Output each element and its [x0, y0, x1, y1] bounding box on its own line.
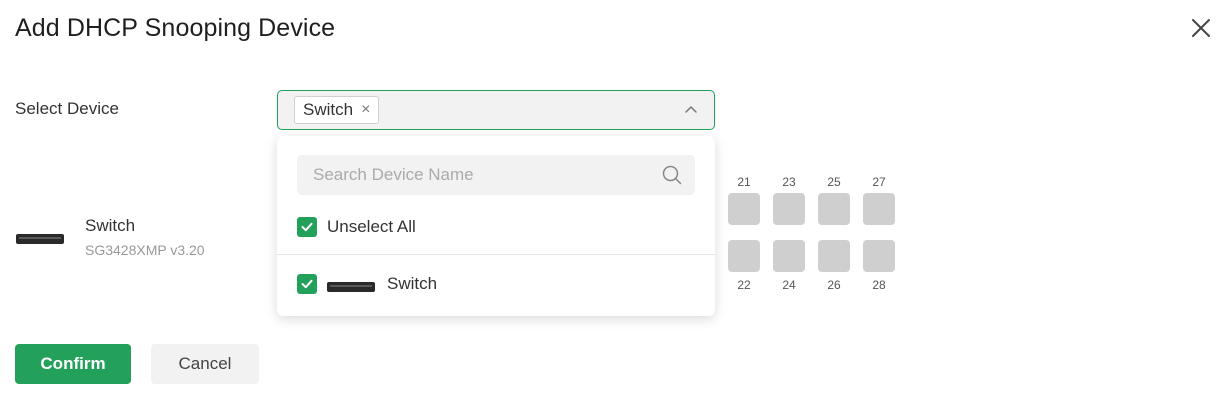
port-21[interactable] [728, 193, 760, 225]
select-device-label: Select Device [15, 99, 119, 118]
unselect-all-label: Unselect All [327, 217, 416, 236]
device-option-label: Switch [387, 274, 438, 293]
close-icon [1192, 19, 1210, 37]
cancel-button[interactable]: Cancel [151, 344, 259, 384]
chevron-up-icon[interactable] [684, 103, 698, 117]
tag-remove-icon[interactable]: × [361, 102, 370, 118]
divider [277, 254, 715, 255]
port-28[interactable] [863, 240, 895, 272]
device-model: SG3428XMP v3.20 [85, 242, 205, 258]
close-button[interactable] [1189, 16, 1213, 40]
selected-device-tag: Switch × [294, 96, 380, 124]
search-icon[interactable] [661, 164, 683, 186]
port-23[interactable] [773, 193, 805, 225]
device-name: Switch [85, 216, 136, 235]
port-26[interactable] [818, 240, 850, 272]
port-number: 28 [872, 278, 886, 292]
port-number: 23 [782, 175, 796, 189]
search-input[interactable] [297, 155, 657, 195]
check-icon [301, 279, 313, 289]
port-number: 24 [782, 278, 796, 292]
port-number: 21 [737, 175, 751, 189]
port-number: 25 [827, 175, 841, 189]
device-option-switch[interactable]: Switch [297, 271, 437, 297]
device-select[interactable]: Switch × [277, 90, 715, 130]
port-22[interactable] [728, 240, 760, 272]
tag-label: Switch [303, 100, 354, 119]
option-switch-image [327, 282, 375, 292]
dialog-title: Add DHCP Snooping Device [15, 14, 336, 42]
port-number: 26 [827, 278, 841, 292]
port-number: 27 [872, 175, 886, 189]
port-25[interactable] [818, 193, 850, 225]
port-27[interactable] [863, 193, 895, 225]
unselect-all-option[interactable]: Unselect All [297, 214, 416, 240]
confirm-button[interactable]: Confirm [15, 344, 131, 384]
device-option-checkbox[interactable] [297, 274, 317, 294]
port-number: 22 [737, 278, 751, 292]
check-icon [301, 222, 313, 232]
device-search [297, 155, 695, 195]
switch-device-icon [327, 282, 375, 292]
unselect-all-checkbox[interactable] [297, 217, 317, 237]
switch-device-image [16, 234, 64, 244]
device-dropdown: Unselect All Switch [277, 136, 715, 316]
port-24[interactable] [773, 240, 805, 272]
